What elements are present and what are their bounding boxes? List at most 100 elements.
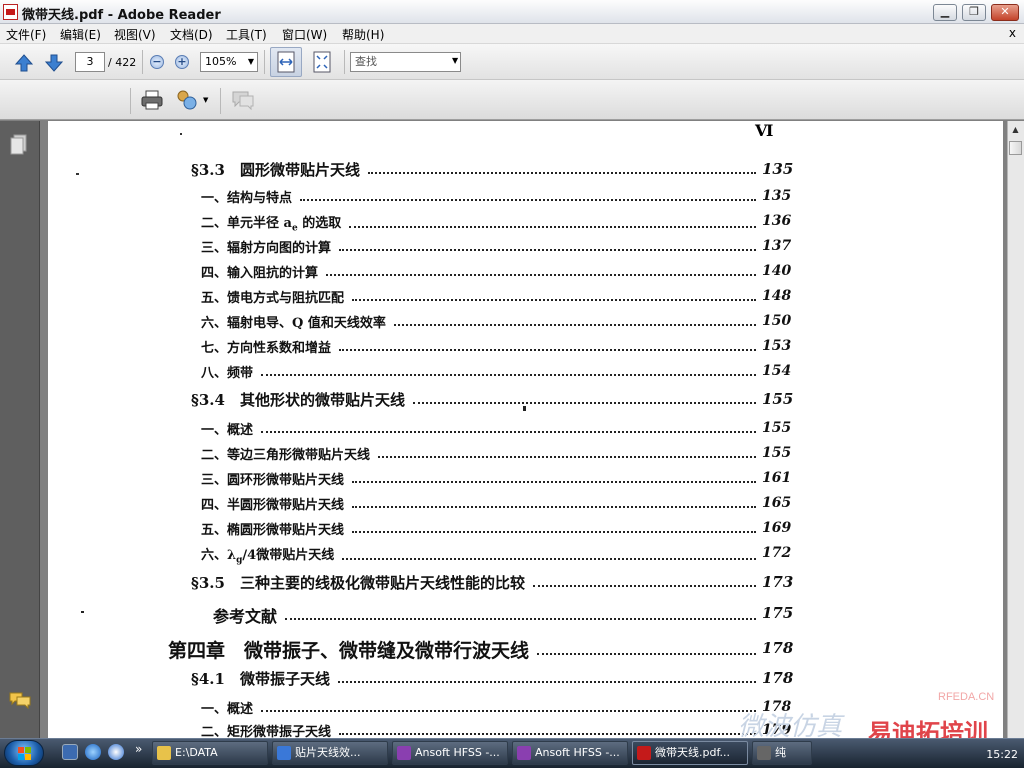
toc-page-number: 135 xyxy=(762,160,794,178)
toc-entry: 三、圆环形微带贴片天线 xyxy=(201,469,344,488)
toc-entry: 八、频带 xyxy=(201,362,253,381)
share-dropdown-icon[interactable]: ▼ xyxy=(203,96,208,104)
toc-label: 五、椭圆形微带贴片天线 xyxy=(201,523,345,538)
toc-label: 五、馈电方式与阻抗匹配 xyxy=(201,291,345,306)
show-desktop-icon[interactable] xyxy=(62,744,78,760)
comment-icon xyxy=(232,91,254,111)
toc-entry: 三、辐射方向图的计算 xyxy=(201,237,331,256)
next-page-icon[interactable] xyxy=(44,53,64,73)
scroll-up-icon[interactable]: ▲ xyxy=(1009,122,1022,138)
taskbar-button[interactable]: Ansoft HFSS -... xyxy=(392,741,508,765)
toc-label: 二、矩形微带振子天线 xyxy=(201,725,332,738)
internet-explorer-icon[interactable] xyxy=(85,744,101,760)
fit-width-icon xyxy=(277,51,295,73)
taskbar-button[interactable]: 微带天线.pdf... xyxy=(632,741,748,765)
share-icon[interactable] xyxy=(175,88,199,112)
taskbar-button-label: 贴片天线效... xyxy=(295,746,361,759)
taskbar-app-icon xyxy=(517,746,531,760)
navigation-panel xyxy=(0,121,40,738)
toc-page-number: 178 xyxy=(762,669,794,687)
toc-label: 第四章 微带振子、微带缝及微带行波天线 xyxy=(168,640,530,662)
toc-leader-dots xyxy=(378,455,756,458)
taskbar-app-icon xyxy=(157,746,171,760)
taskbar-button[interactable]: 贴片天线效... xyxy=(272,741,388,765)
previous-page-icon[interactable] xyxy=(14,53,34,73)
fit-width-button[interactable] xyxy=(270,47,302,77)
taskbar-button-label: 纯 xyxy=(775,746,786,759)
windows-logo-icon xyxy=(18,747,31,760)
toc-label: 一、概述 xyxy=(201,702,254,717)
toc-leader-dots xyxy=(339,248,756,251)
toc-leader-dots xyxy=(537,652,756,655)
fit-page-button[interactable] xyxy=(306,47,338,77)
toc-page-number: 148 xyxy=(762,288,792,304)
page-number-input[interactable]: 3 xyxy=(75,52,105,72)
maximize-button[interactable]: ❐ xyxy=(962,4,986,21)
toc-entry: 第四章 微带振子、微带缝及微带行波天线 xyxy=(168,636,529,663)
toc-leader-dots xyxy=(338,681,756,684)
taskbar-expand-icon[interactable]: » xyxy=(135,742,142,756)
vertical-scrollbar[interactable] xyxy=(1007,121,1024,738)
menu-bar: 文件(F) 编辑(E) 视图(V) 文档(D) 工具(T) 窗口(W) 帮助(H… xyxy=(0,24,1024,44)
taskbar-app-icon xyxy=(637,746,651,760)
search-dropdown-icon[interactable]: ▼ xyxy=(452,56,458,65)
toc-label: 二、等边三角形微带贴片天线 xyxy=(201,448,371,463)
scan-speck xyxy=(523,406,526,411)
search-input[interactable]: 查找 xyxy=(350,52,461,72)
menu-document[interactable]: 文档(D) xyxy=(170,26,213,43)
toc-label: §4.1 微带振子天线 xyxy=(191,670,330,688)
menu-edit[interactable]: 编辑(E) xyxy=(60,26,101,43)
taskbar-button[interactable]: Ansoft HFSS -... xyxy=(512,741,628,765)
toc-page-number: 172 xyxy=(762,545,792,561)
taskbar-app-icon xyxy=(397,746,411,760)
pages-icon[interactable] xyxy=(9,133,29,155)
toc-leader-dots xyxy=(261,430,756,433)
taskbar-button[interactable]: E:\DATA xyxy=(152,741,268,765)
toc-label-end: /4微带贴片天线 xyxy=(242,548,335,563)
zoom-out-button[interactable]: − xyxy=(150,55,164,69)
scan-speck xyxy=(76,173,79,175)
zoom-select[interactable]: 105% ▼ xyxy=(200,52,258,72)
toc-entry: §3.4 其他形状的微带贴片天线 xyxy=(191,389,405,410)
document-page: Ⅵ §3.3 圆形微带贴片天线 135 一、结构与特点 135 二、单元半径 ae 的选… xyxy=(48,121,1003,738)
close-button[interactable]: ✕ xyxy=(991,4,1019,21)
app-launcher-icon[interactable] xyxy=(108,744,124,760)
toc-page-number: 169 xyxy=(762,520,792,536)
taskbar-button-label: Ansoft HFSS -... xyxy=(415,746,500,759)
scan-speck xyxy=(180,133,182,135)
scrollbar-thumb[interactable] xyxy=(1009,141,1022,155)
toc-page-number: 140 xyxy=(762,263,792,279)
menu-window[interactable]: 窗口(W) xyxy=(282,26,327,43)
menu-view[interactable]: 视图(V) xyxy=(114,26,156,43)
toc-entry: 五、馈电方式与阻抗匹配 xyxy=(201,287,344,306)
toc-label: 四、半圆形微带贴片天线 xyxy=(201,498,345,513)
toc-label: 四、输入阻抗的计算 xyxy=(201,266,319,281)
menu-help[interactable]: 帮助(H) xyxy=(342,26,384,43)
taskbar-button[interactable]: 纯 xyxy=(752,741,812,765)
toc-leader-dots xyxy=(300,198,756,201)
zoom-in-button[interactable]: + xyxy=(175,55,189,69)
toc-entry: 二、矩形微带振子天线 xyxy=(201,721,331,738)
chevron-down-icon: ▼ xyxy=(247,57,254,66)
watermark-main: 易迪拓培训 xyxy=(868,719,988,738)
menu-file[interactable]: 文件(F) xyxy=(6,26,46,43)
menu-tools[interactable]: 工具(T) xyxy=(226,26,267,43)
toolbar-divider xyxy=(220,88,221,114)
toc-entry: 一、结构与特点 xyxy=(201,187,292,206)
start-button[interactable] xyxy=(4,740,44,766)
toc-leader-dots xyxy=(394,323,756,326)
document-close-icon[interactable]: x xyxy=(1009,26,1016,40)
comments-panel-icon[interactable] xyxy=(8,691,32,709)
toc-leader-dots xyxy=(349,225,756,228)
taskbar-button-label: Ansoft HFSS -... xyxy=(535,746,620,759)
minimize-button[interactable]: ▁ xyxy=(933,4,957,21)
toc-page-number: 161 xyxy=(762,470,792,486)
toc-leader-dots xyxy=(352,530,756,533)
watermark-sub: 微波仿真 xyxy=(738,712,843,738)
title-bar: 微带天线.pdf - Adobe Reader ▁ ❐ ✕ xyxy=(0,0,1024,24)
toc-label: 一、概述 xyxy=(201,423,254,438)
toc-label: 七、方向性系数和增益 xyxy=(201,341,332,356)
toc-label: §3.5 三种主要的线极化微带贴片天线性能的比较 xyxy=(191,574,525,592)
print-icon[interactable] xyxy=(140,88,164,112)
toc-entry: 四、输入阻抗的计算 xyxy=(201,262,318,281)
